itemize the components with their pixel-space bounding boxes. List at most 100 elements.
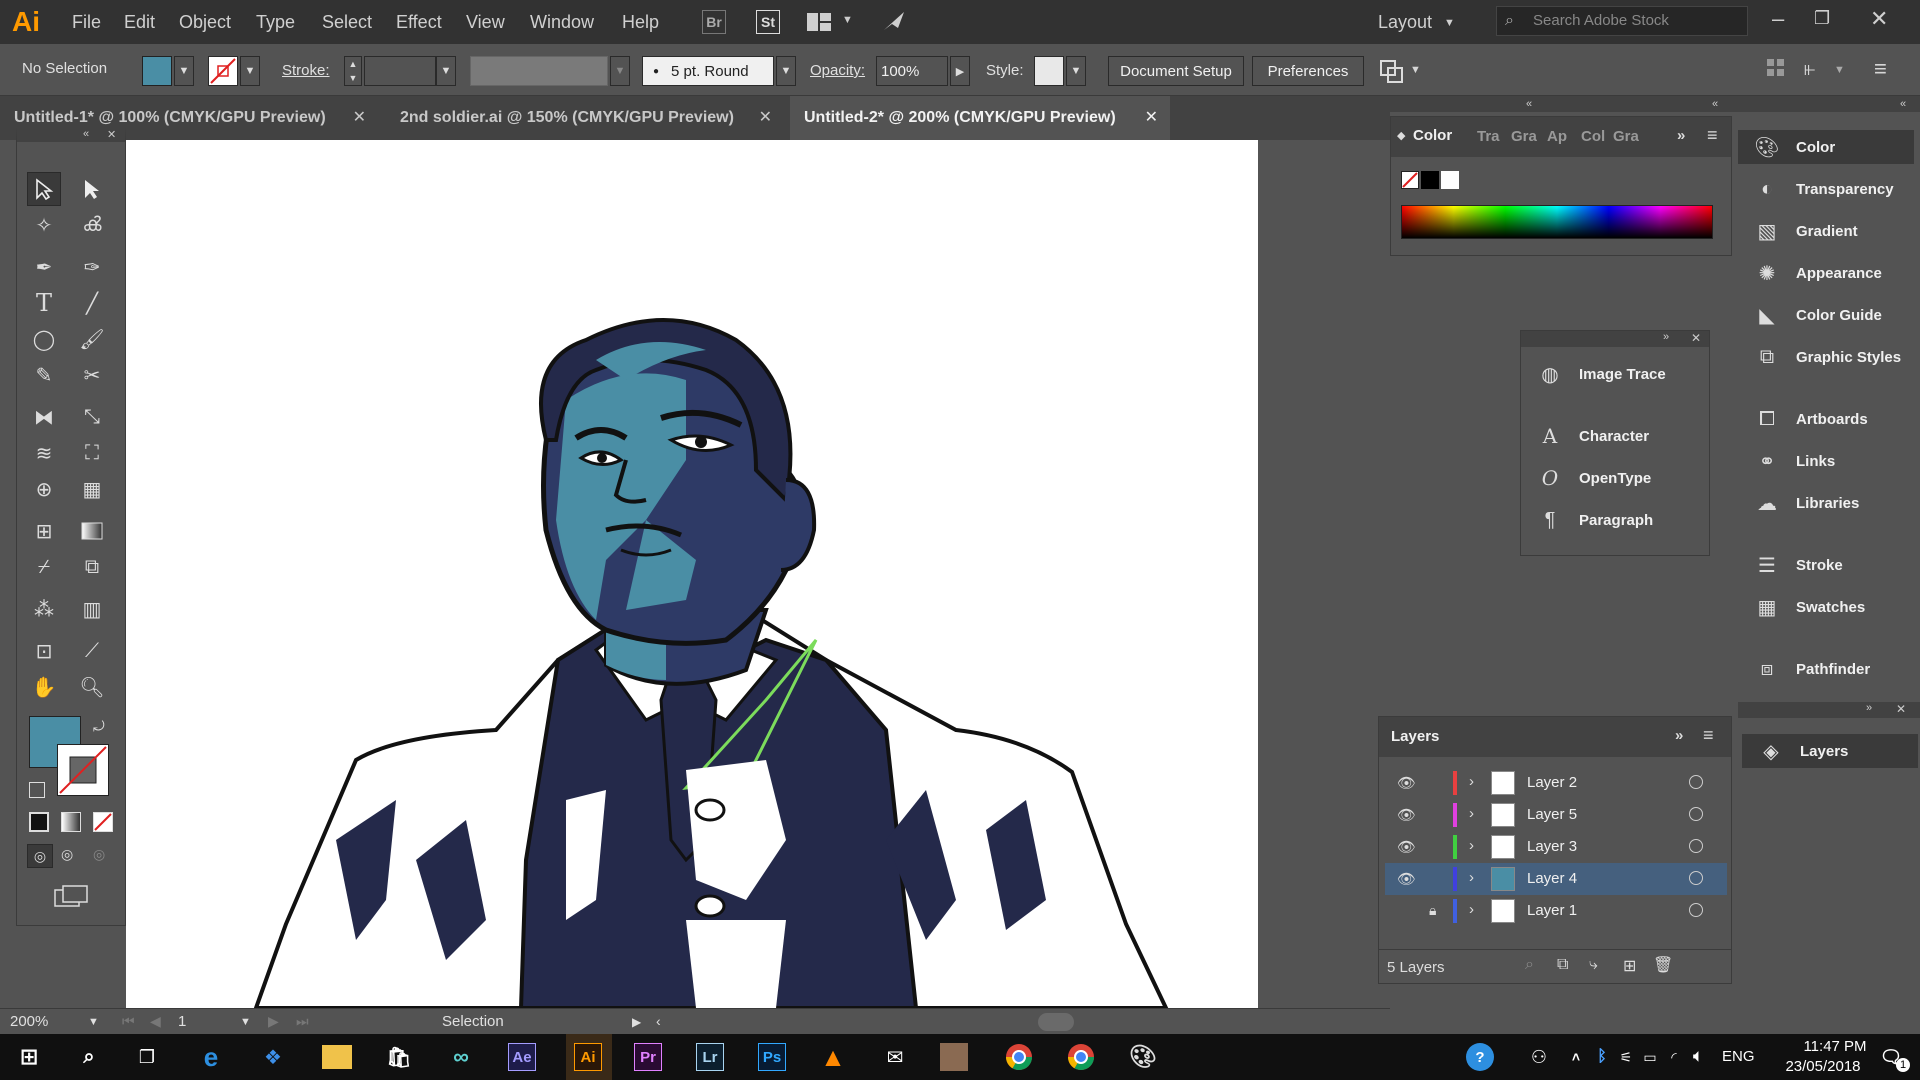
paragraph-item[interactable]: ¶ Paragraph [1521, 503, 1691, 537]
expand-icon[interactable]: » [1866, 702, 1872, 714]
target-icon[interactable] [1689, 775, 1703, 789]
pen-tool-icon[interactable]: ✒ [27, 250, 61, 284]
dock-transparency[interactable]: ◐ Transparency [1738, 172, 1908, 206]
volume-icon[interactable]: 🔈︎ [1688, 1040, 1708, 1074]
align-grid-icon[interactable] [1766, 58, 1786, 78]
horizontal-scrollbar[interactable] [1038, 1013, 1074, 1031]
menu-window[interactable]: Window [530, 12, 594, 33]
layer-name[interactable]: Layer 3 [1527, 838, 1577, 855]
menu-effect[interactable]: Effect [396, 12, 442, 33]
dock-artboards[interactable]: ⧠ Artboards [1738, 402, 1908, 436]
layer-row[interactable]: 👁︎ › Layer 5 [1385, 799, 1727, 831]
control-menu-icon[interactable]: ≡ [1874, 56, 1887, 82]
dock-pathfinder[interactable]: ⧈ Pathfinder [1738, 652, 1908, 686]
visibility-icon[interactable]: 👁︎ [1397, 806, 1416, 824]
zoom-level[interactable]: 200% [10, 1013, 48, 1030]
infinity-app-icon[interactable]: ∞ [444, 1040, 478, 1074]
image-trace-item[interactable]: ◍ Image Trace [1521, 357, 1691, 391]
dock-stroke[interactable]: ☰ Stroke [1738, 548, 1908, 582]
draw-inside-icon[interactable]: ◎ [93, 846, 105, 863]
more-tabs-icon[interactable]: » [1675, 727, 1683, 744]
clock-date[interactable]: 23/05/2018 [1770, 1058, 1876, 1075]
dock-swatches[interactable]: ▦ Swatches [1738, 590, 1908, 624]
stroke-weight-stepper[interactable]: ▲ ▼ [344, 56, 362, 86]
menu-object[interactable]: Object [179, 12, 231, 33]
dock-libraries[interactable]: ☁ Libraries [1738, 486, 1908, 520]
stock-icon[interactable]: St [756, 10, 780, 34]
mail-icon[interactable]: ✉ [878, 1040, 912, 1074]
screen-mode-icon[interactable] [53, 884, 89, 910]
zoom-tool-icon[interactable]: 🔍︎ [75, 670, 109, 704]
vlc-icon[interactable]: ▲ [816, 1040, 850, 1074]
layer-name[interactable]: Layer 2 [1527, 774, 1577, 791]
white-swatch[interactable] [1441, 171, 1459, 189]
character-item[interactable]: A Character [1521, 419, 1691, 453]
paint-icon[interactable]: 🎨︎ [1126, 1040, 1160, 1074]
stroke-swatch[interactable] [208, 56, 238, 86]
close-icon[interactable]: ✕ [353, 107, 366, 127]
windows-start-icon[interactable]: ⊞ [12, 1040, 46, 1074]
scissors-tool-icon[interactable]: ✂ [75, 358, 109, 392]
close-icon[interactable]: ✕ [759, 107, 772, 127]
layer-name[interactable]: Layer 1 [1527, 902, 1577, 919]
tab-appearance[interactable]: Ap [1547, 128, 1567, 145]
brush-definition[interactable]: ● 5 pt. Round [642, 56, 774, 86]
collapse-icon[interactable]: « [1526, 98, 1532, 110]
store-icon[interactable]: 🛍︎ [382, 1040, 416, 1074]
target-icon[interactable] [1689, 903, 1703, 917]
graphic-style-swatch[interactable] [1034, 56, 1064, 86]
help-icon[interactable]: ? [1466, 1043, 1494, 1071]
dropbox-icon[interactable]: ❖ [256, 1040, 290, 1074]
new-layer-icon[interactable]: ⊞ [1623, 956, 1636, 976]
document-setup-button[interactable]: Document Setup [1108, 56, 1244, 86]
brush-dropdown[interactable]: ▼ [776, 56, 796, 86]
color-mode-icon[interactable] [29, 812, 49, 832]
perspective-grid-tool-icon[interactable]: ▦ [75, 472, 109, 506]
paintbrush-tool-icon[interactable]: 🖌 [75, 322, 109, 356]
chrome-profile-icon[interactable] [1064, 1040, 1098, 1074]
previous-artboard-icon[interactable]: ◀ [150, 1013, 161, 1030]
clipping-mask-icon[interactable]: ⧉ [1557, 956, 1568, 974]
draw-behind-icon[interactable]: ◎ [61, 846, 73, 863]
bridge-icon[interactable]: Br [702, 10, 726, 34]
column-graph-tool-icon[interactable]: ▥ [75, 592, 109, 626]
more-tabs-icon[interactable]: » [1677, 127, 1685, 144]
canvas-area[interactable] [66, 140, 1258, 1008]
close-icon[interactable]: ✕ [1896, 702, 1906, 716]
menu-file[interactable]: File [72, 12, 101, 33]
close-icon[interactable]: ✕ [1870, 6, 1888, 32]
fill-dropdown[interactable]: ▼ [174, 56, 194, 86]
scroll-left-icon[interactable]: ‹ [656, 1013, 661, 1029]
dock-color[interactable]: 🎨︎ Color [1738, 130, 1914, 164]
panel-menu-icon[interactable]: ≡ [1703, 725, 1714, 746]
layer-row-selected[interactable]: 👁︎ › Layer 4 [1385, 863, 1727, 895]
layer-row[interactable]: 🔒︎ › Layer 1 [1385, 895, 1727, 927]
language-indicator[interactable]: ENG [1722, 1048, 1755, 1065]
swap-colors-icon[interactable]: ⤾ [93, 718, 105, 735]
layer-name[interactable]: Layer 4 [1527, 870, 1577, 887]
workspace-switcher[interactable]: Layout ▼ [1378, 12, 1455, 33]
close-icon[interactable]: ✕ [1691, 331, 1701, 345]
scale-tool-icon[interactable]: ⤡ [75, 400, 109, 434]
search-icon[interactable]: ⌕ [72, 1040, 106, 1074]
chrome-icon[interactable] [1002, 1040, 1036, 1074]
artboard[interactable] [126, 140, 1258, 1008]
network-icon[interactable]: ⚟ [1616, 1040, 1636, 1074]
clock-time[interactable]: 11:47 PM [1794, 1038, 1876, 1055]
chevron-down-icon[interactable]: ▼ [842, 14, 853, 26]
chevron-down-icon[interactable]: ▼ [240, 1016, 251, 1028]
eyedropper-tool-icon[interactable]: ⌿ [27, 550, 61, 584]
none-mode-icon[interactable] [93, 812, 113, 832]
menu-edit[interactable]: Edit [124, 12, 155, 33]
layer-row[interactable]: 👁︎ › Layer 3 [1385, 831, 1727, 863]
chevron-right-icon[interactable]: › [1469, 901, 1474, 918]
delete-icon[interactable]: 🗑︎ [1653, 955, 1673, 975]
lasso-tool-icon[interactable]: ൿ [75, 208, 109, 242]
new-sublayer-icon[interactable]: ⤷ [1589, 956, 1598, 974]
line-segment-tool-icon[interactable]: ╱ [75, 286, 109, 320]
gradient-tool-icon[interactable] [75, 514, 109, 548]
warp-tool-icon[interactable]: ≋ [27, 436, 61, 470]
premiere-icon[interactable]: Pr [634, 1043, 662, 1071]
artboard-tool-icon[interactable]: ⊡ [27, 634, 61, 668]
dock-links[interactable]: ⚭ Links [1738, 444, 1908, 478]
